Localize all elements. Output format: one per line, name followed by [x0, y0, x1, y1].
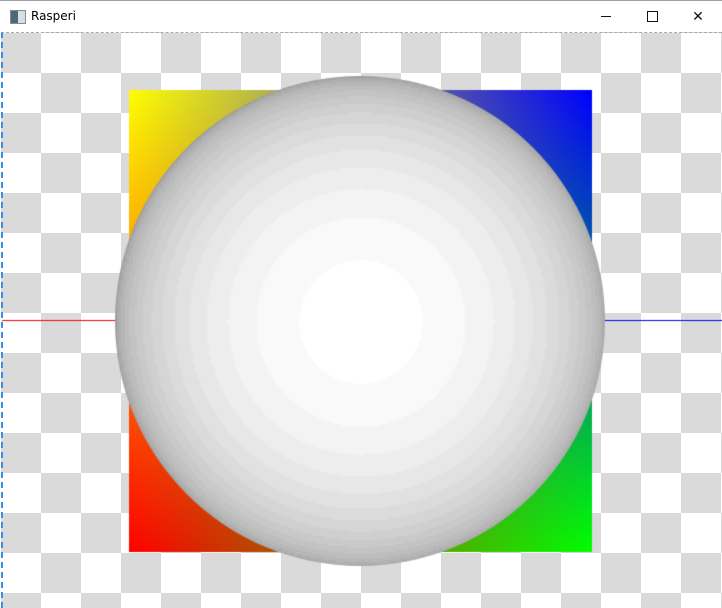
window-title: Rasperi: [31, 9, 76, 23]
title-bar: Rasperi ✕: [0, 0, 722, 32]
rendered-scene: [0, 32, 722, 608]
close-icon: ✕: [692, 8, 704, 25]
app-icon: [10, 10, 26, 24]
maximize-icon: [646, 11, 658, 22]
close-button[interactable]: ✕: [675, 1, 721, 32]
minimize-button[interactable]: [583, 1, 629, 32]
minimize-icon: [601, 16, 611, 17]
maximize-button[interactable]: [629, 1, 675, 32]
